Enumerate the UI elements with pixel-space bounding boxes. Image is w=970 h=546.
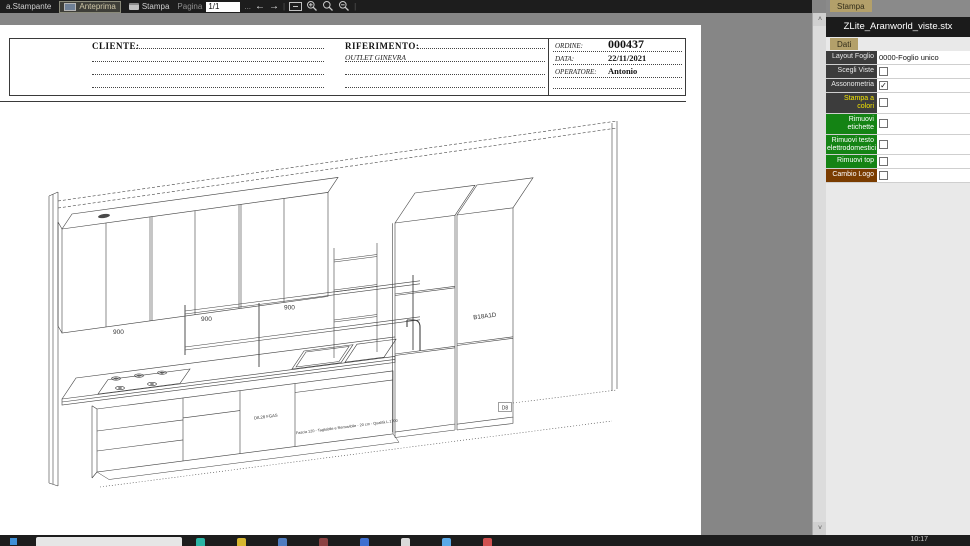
door-code-label: DIL28 FGAS [254, 413, 278, 421]
panel-row-value: 0000-Foglio unico [877, 51, 970, 64]
preview-label: Anteprima [79, 2, 115, 11]
panel-row-value [877, 114, 970, 134]
taskbar-app-icon[interactable] [483, 538, 492, 546]
print-preview-page: CLIENTE: RIFERIMENTO: OUTLET GINEVRA ORD… [0, 25, 701, 535]
print-preview-toolbar: a.Stampante Anteprima Stampa Pagina ... … [0, 0, 812, 13]
taskbar-app-icon[interactable] [319, 538, 328, 546]
dimension-label-900-3: 900 [284, 305, 295, 312]
panel-row: Rimuovi testo elettrodomestici [826, 135, 970, 156]
windows-taskbar: 10:17 [0, 535, 970, 546]
taskbar-icons [196, 538, 492, 546]
panel-row-label: Rimuovi etichette [826, 114, 877, 134]
panel-checkbox[interactable] [879, 98, 888, 107]
panel-row: Rimuovi etichette [826, 114, 970, 135]
taskbar-app-icon[interactable] [278, 538, 287, 546]
panel-checkbox[interactable]: ✓ [879, 81, 888, 90]
application-window: a.Stampante Anteprima Stampa Pagina ... … [0, 0, 970, 546]
panel-row-label: Rimuovi top [826, 155, 877, 168]
panel-row-label: Assonometria [826, 79, 877, 92]
small-code-label: D8 [502, 406, 509, 412]
taskbar-app-icon[interactable] [237, 538, 246, 546]
kitchen-drawing: 900 900 900 B18A1D D8 DIL28 FGAS Fascia … [0, 25, 701, 535]
panel-row-value [877, 65, 970, 78]
dimension-label-900-2: 900 [201, 316, 212, 323]
panel-row-label: Stampa a colori [826, 93, 877, 113]
panel-row-value [877, 135, 970, 155]
panel-row-label: Cambio Logo [826, 169, 877, 182]
dimension-label-900-1: 900 [113, 329, 124, 336]
zoom-dynamic-button[interactable] [322, 0, 334, 14]
panel-row-value [877, 169, 970, 182]
page-input[interactable] [206, 2, 240, 12]
panel-row-label: Layout Foglio [826, 51, 877, 64]
tall-cabinet-code-label: B18A1D [473, 312, 497, 322]
taskbar-search-input[interactable] [36, 537, 182, 546]
printer-icon [129, 3, 139, 10]
zoom-out-button[interactable] [338, 0, 350, 14]
toolbar-separator: | [283, 2, 285, 11]
zoom-in-icon [306, 0, 318, 12]
print-options-panel: Stampa ZLite_Aranworld_viste.stx Dati La… [826, 0, 970, 546]
preview-button[interactable]: Anteprima [59, 1, 120, 13]
next-page-button[interactable]: → [269, 1, 279, 13]
taskbar-app-icon[interactable] [196, 538, 205, 546]
toolbar-separator: | [354, 2, 356, 11]
zoom-dynamic-icon [322, 0, 334, 12]
panel-row: Assonometria✓ [826, 79, 970, 93]
print-label: Stampa [142, 2, 170, 11]
taskbar-app-icon[interactable] [360, 538, 369, 546]
panel-row-label: Rimuovi testo elettrodomestici [826, 135, 877, 155]
taskbar-app-icon[interactable] [401, 538, 410, 546]
panel-row: Cambio Logo [826, 169, 970, 183]
fit-page-button[interactable] [289, 2, 302, 11]
panel-row-value-text: 0000-Foglio unico [879, 53, 939, 62]
start-button-icon[interactable] [10, 538, 17, 545]
zoom-out-icon [338, 0, 350, 12]
printer-setup-button[interactable]: a.Stampante [2, 1, 55, 13]
panel-row: Scegli Viste [826, 65, 970, 79]
image-preview-icon [64, 3, 76, 11]
panel-row-value [877, 93, 970, 113]
panel-row-value [877, 155, 970, 168]
panel-row-label: Scegli Viste [826, 65, 877, 78]
panel-row: Rimuovi top [826, 155, 970, 169]
tab-dati[interactable]: Dati [830, 38, 858, 50]
taskbar-clock: 10:17 [910, 536, 928, 543]
print-button[interactable]: Stampa [125, 1, 174, 13]
panel-checkbox[interactable] [879, 119, 888, 128]
panel-file-title: ZLite_Aranworld_viste.stx [826, 17, 970, 37]
panel-row: Layout Foglio0000-Foglio unico [826, 51, 970, 65]
more-pages-button[interactable]: ... [244, 2, 251, 11]
tab-stampa[interactable]: Stampa [830, 0, 872, 12]
panel-checkbox[interactable] [879, 171, 888, 180]
previous-page-button[interactable]: ← [255, 1, 265, 13]
scroll-up-button[interactable]: ˄ [813, 13, 827, 26]
printer-setup-label: a.Stampante [6, 2, 51, 11]
panel-row: Stampa a colori [826, 93, 970, 114]
panel-rows: Layout Foglio0000-Foglio unicoScegli Vis… [826, 51, 970, 183]
panel-checkbox[interactable] [879, 67, 888, 76]
page-label: Pagina [177, 2, 202, 11]
zoom-in-button[interactable] [306, 0, 318, 14]
panel-checkbox[interactable] [879, 140, 888, 149]
plinth-annotation-label: Fascia 120 - Tagliabile e Removibile - 2… [296, 419, 398, 435]
scroll-down-button[interactable]: ˅ [813, 522, 827, 535]
panel-checkbox[interactable] [879, 157, 888, 166]
panel-scrollbar[interactable]: ˄ ˅ [812, 13, 826, 535]
panel-row-value: ✓ [877, 79, 970, 92]
taskbar-app-icon[interactable] [442, 538, 451, 546]
